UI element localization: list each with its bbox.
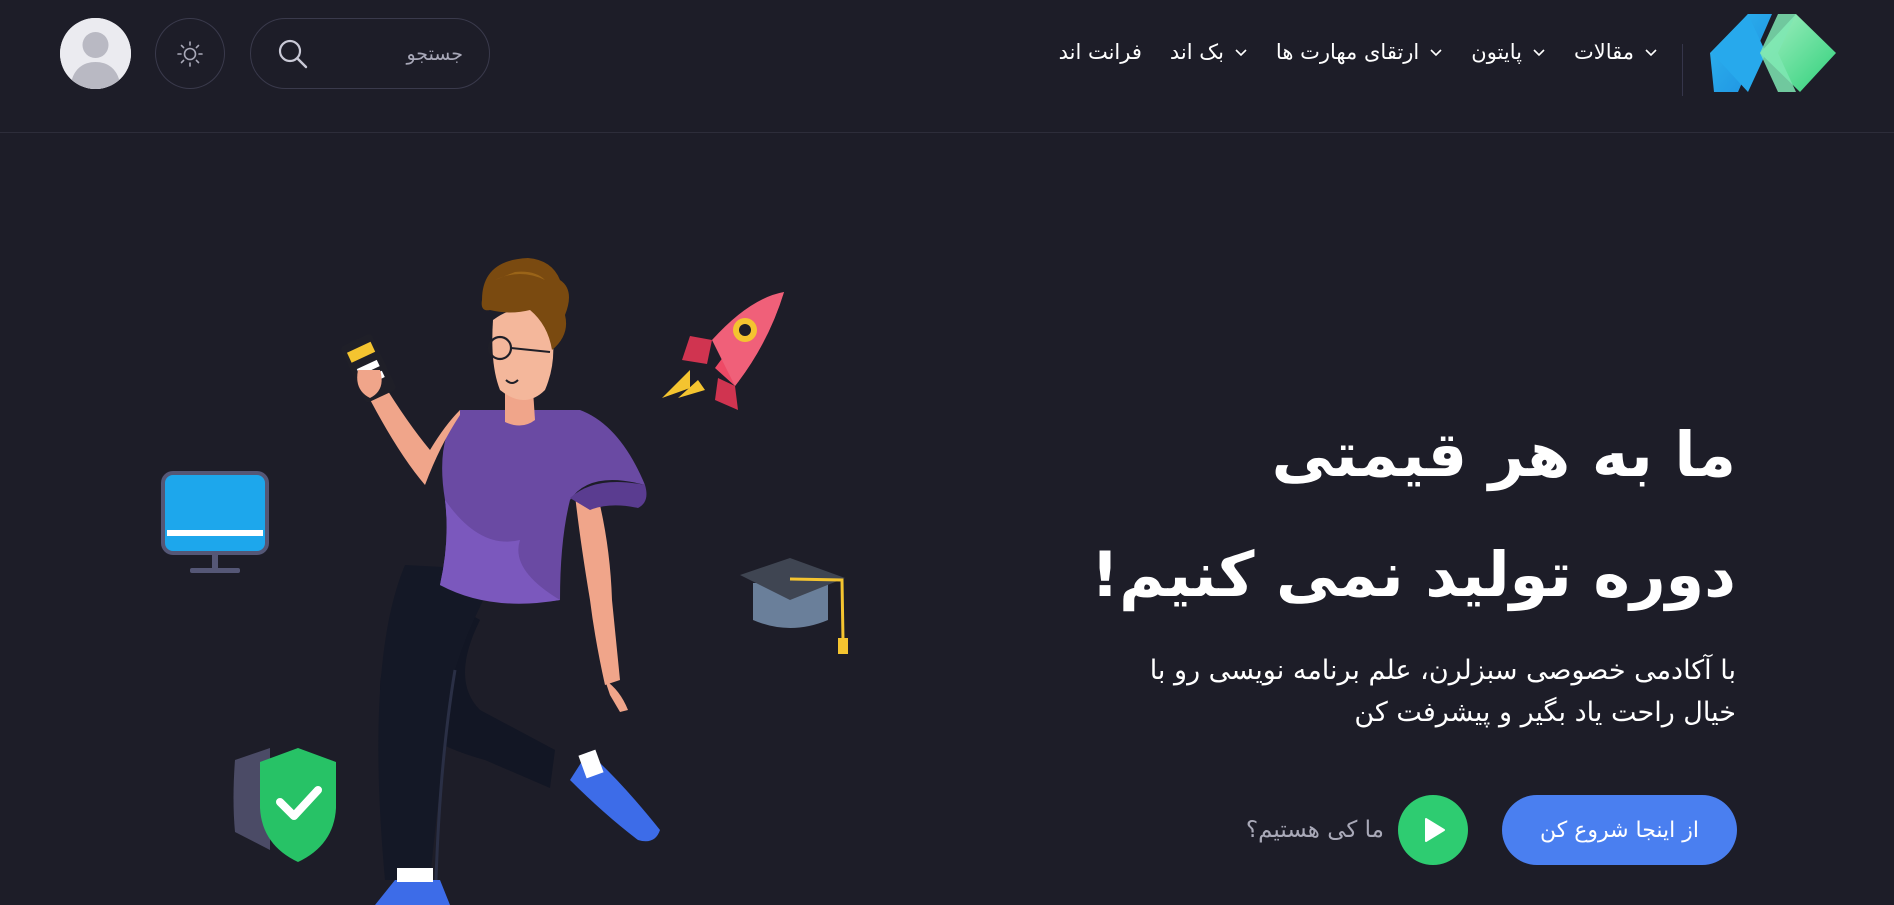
nav-item-frontend[interactable]: فرانت اند: [1059, 40, 1142, 64]
search-icon[interactable]: [277, 38, 309, 70]
nav-item-python[interactable]: پایتون: [1471, 40, 1546, 64]
nav-item-articles[interactable]: مقالات: [1574, 40, 1658, 64]
person-illustration: [341, 258, 660, 905]
nav-item-label: مقالات: [1573, 40, 1634, 64]
nav-item-label: ارتقای مهارت ها: [1275, 40, 1420, 64]
hero-title-line: دوره تولید نمی کنیم!: [1090, 538, 1737, 611]
theme-toggle-button[interactable]: [155, 18, 225, 89]
start-here-button[interactable]: از اینجا شروع کن: [1502, 795, 1737, 865]
nav-item-label: فرانت اند: [1058, 40, 1142, 64]
hero-title: ما به هر قیمتی دوره تولید نمی کنیم!: [976, 395, 1737, 635]
hero-illustration: [161, 258, 848, 905]
chevron-down-icon: [1533, 49, 1545, 57]
hero-subtitle: با آکادمی خصوصی سبزلرن، علم برنامه نویسی…: [1096, 650, 1736, 734]
hero-subtitle-line: با آکادمی خصوصی سبزلرن، علم برنامه نویسی…: [1149, 655, 1736, 686]
graduation-cap-icon: [740, 558, 848, 654]
hero-title-line: ما به هر قیمتی: [1271, 418, 1737, 491]
chevron-down-icon: [1430, 49, 1442, 57]
play-icon: [1425, 818, 1445, 842]
chevron-down-icon: [1645, 49, 1657, 57]
rocket-icon: [662, 292, 784, 410]
chevron-down-icon: [1235, 49, 1247, 57]
nav-item-label: بک اند: [1169, 40, 1224, 64]
shield-check-icon: [233, 748, 336, 862]
header-divider: [1682, 44, 1683, 96]
about-us-link[interactable]: ما کی هستیم؟: [1238, 795, 1468, 865]
search-box: [250, 18, 490, 89]
hero-subtitle-line: خیال راحت یاد بگیر و پیشرفت کن: [1354, 697, 1736, 728]
nav-item-backend[interactable]: بک اند: [1170, 40, 1248, 64]
about-us-label: ما کی هستیم؟: [1245, 817, 1384, 843]
site-header: فرانت اند بک اند ارتقای مهارت ها پایتون …: [0, 0, 1894, 133]
nav-item-skills[interactable]: ارتقای مهارت ها: [1276, 40, 1443, 64]
play-button[interactable]: [1398, 795, 1468, 865]
user-icon: [60, 18, 131, 89]
sun-icon: [177, 40, 203, 67]
monitor-icon: [161, 471, 269, 573]
avatar[interactable]: [60, 18, 131, 89]
logo-icon[interactable]: [1708, 10, 1840, 96]
main-nav: فرانت اند بک اند ارتقای مهارت ها پایتون …: [1059, 36, 1658, 68]
nav-item-label: پایتون: [1471, 40, 1522, 64]
search-input[interactable]: [323, 42, 463, 65]
